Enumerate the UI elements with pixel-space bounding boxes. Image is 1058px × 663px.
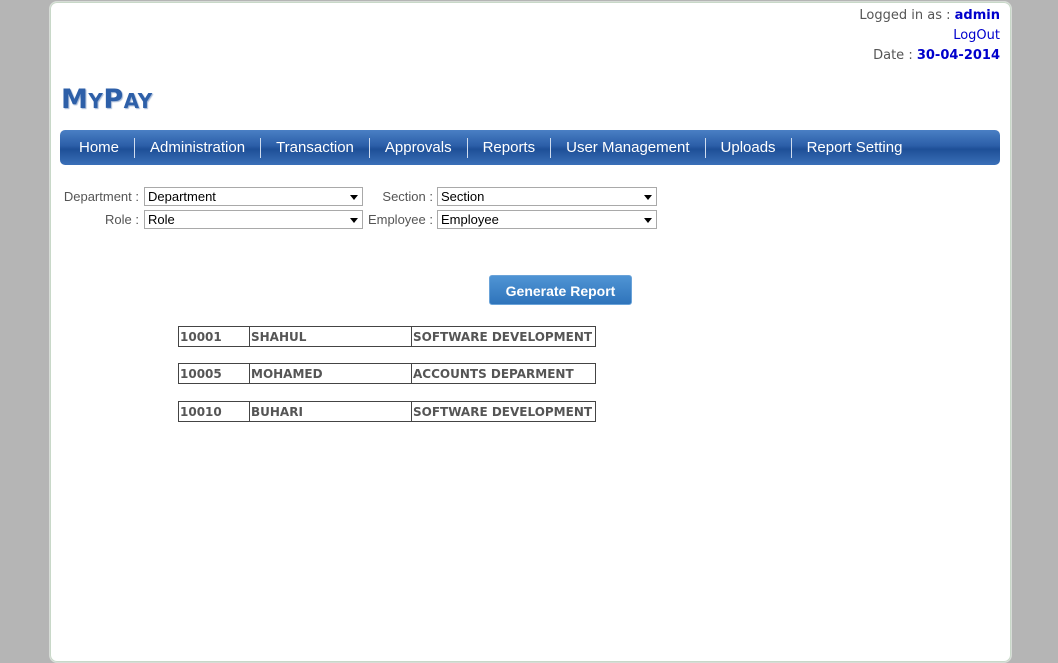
nav-item-home[interactable]: Home — [64, 138, 134, 158]
table-row: 10005 MOHAMED ACCOUNTS DEPARMENT — [178, 363, 596, 384]
employee-department: SOFTWARE DEVELOPMENT — [411, 401, 596, 422]
record-table: 10001 SHAHUL SOFTWARE DEVELOPMENT — [178, 326, 596, 347]
department-select-value: Department — [148, 189, 216, 204]
date-label: Date : — [873, 48, 913, 63]
role-select[interactable]: Role — [144, 210, 363, 229]
generate-report-button[interactable]: Generate Report — [489, 275, 632, 305]
employee-name: MOHAMED — [249, 363, 412, 384]
employee-id: 10010 — [178, 401, 250, 422]
department-label: Department : — [63, 189, 139, 204]
department-select[interactable]: Department — [144, 187, 363, 206]
logout-link[interactable]: LogOut — [953, 28, 1000, 43]
role-select-value: Role — [148, 212, 175, 227]
employee-select[interactable]: Employee — [437, 210, 657, 229]
employee-id: 10001 — [178, 326, 250, 347]
chevron-down-icon — [644, 218, 652, 223]
main-nav: Home Administration Transaction Approval… — [60, 130, 1000, 165]
record-table: 10010 BUHARI SOFTWARE DEVELOPMENT — [178, 401, 596, 422]
nav-item-report-setting[interactable]: Report Setting — [790, 137, 918, 158]
employee-department: ACCOUNTS DEPARMENT — [411, 363, 596, 384]
employee-name: BUHARI — [249, 401, 412, 422]
page-container: Logged in as : admin LogOut Date : 30-04… — [49, 1, 1012, 663]
user-info: Logged in as : admin LogOut Date : 30-04… — [859, 6, 1000, 66]
nav-item-reports[interactable]: Reports — [466, 137, 551, 158]
table-row: 10010 BUHARI SOFTWARE DEVELOPMENT — [178, 401, 596, 422]
section-select-value: Section — [441, 189, 485, 204]
section-label: Section : — [382, 189, 433, 204]
app-logo: MYPAY — [61, 84, 153, 115]
chevron-down-icon — [644, 195, 652, 200]
nav-item-transaction[interactable]: Transaction — [260, 137, 369, 158]
nav-item-approvals[interactable]: Approvals — [368, 137, 467, 158]
current-date: 30-04-2014 — [916, 48, 1000, 63]
nav-item-user-management[interactable]: User Management — [550, 137, 704, 158]
section-select[interactable]: Section — [437, 187, 657, 206]
employee-id: 10005 — [178, 363, 250, 384]
date-line: Date : 30-04-2014 — [859, 46, 1000, 66]
employee-department: SOFTWARE DEVELOPMENT — [411, 326, 596, 347]
nav-item-administration[interactable]: Administration — [134, 137, 260, 158]
record-table: 10005 MOHAMED ACCOUNTS DEPARMENT — [178, 363, 596, 384]
username: admin — [954, 8, 1000, 23]
table-row: 10001 SHAHUL SOFTWARE DEVELOPMENT — [178, 326, 596, 347]
employee-select-value: Employee — [441, 212, 499, 227]
employee-name: SHAHUL — [249, 326, 412, 347]
logged-in-label: Logged in as : — [859, 8, 951, 23]
logged-in-line: Logged in as : admin — [859, 6, 1000, 26]
role-label: Role : — [105, 212, 139, 227]
nav-item-uploads[interactable]: Uploads — [704, 137, 791, 158]
chevron-down-icon — [350, 195, 358, 200]
employee-label: Employee : — [367, 212, 433, 227]
